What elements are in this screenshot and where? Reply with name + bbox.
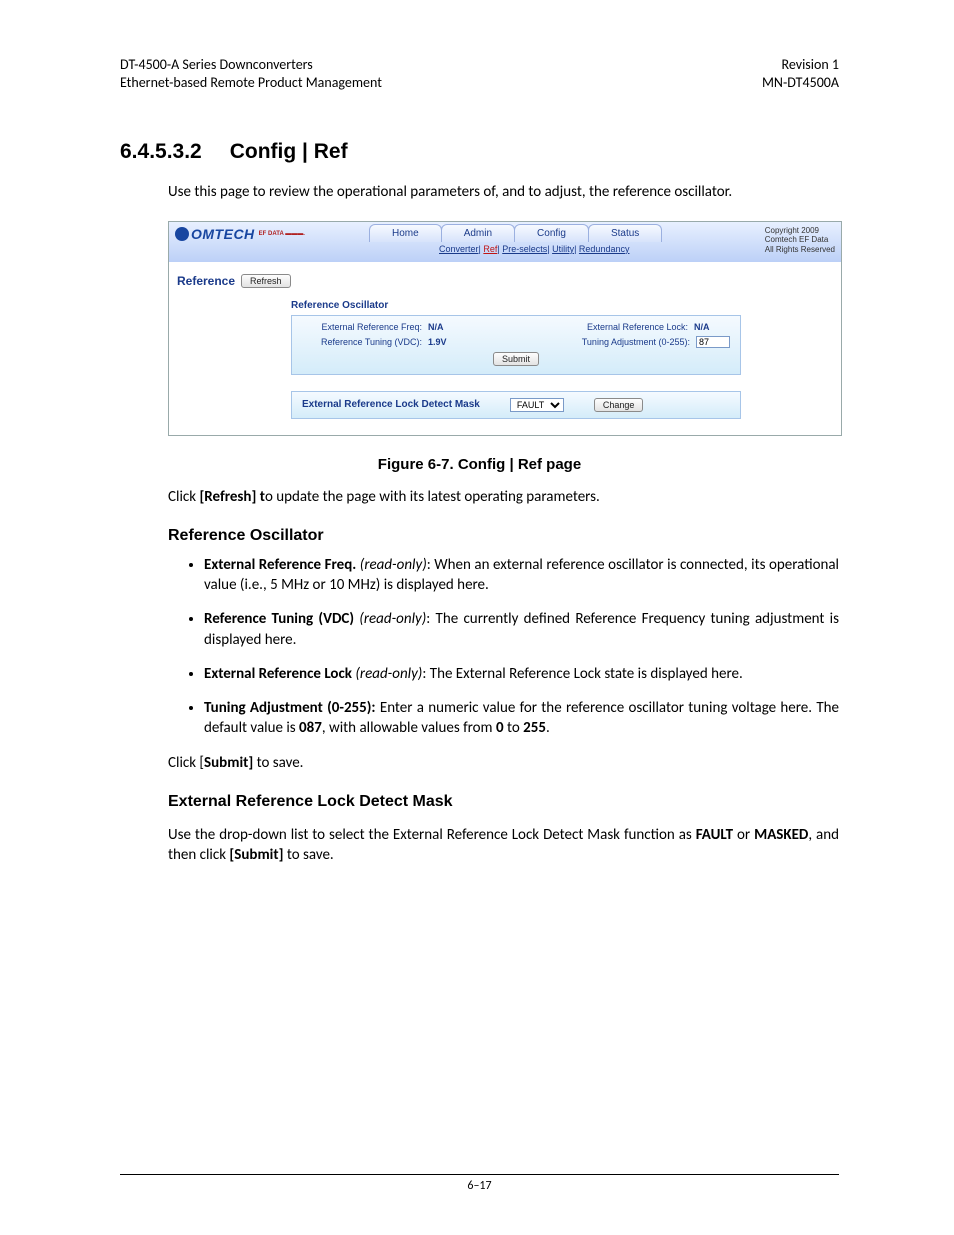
ref-tuning-value: 1.9V xyxy=(428,337,468,347)
main-tabs: Home Admin Config Status xyxy=(369,224,661,242)
reference-oscillator-title: Reference Oscillator xyxy=(291,300,741,315)
ref-tuning-label: Reference Tuning (VDC): xyxy=(302,337,428,347)
section-title-text: Config | Ref xyxy=(230,140,348,163)
reference-oscillator-heading: Reference Oscillator xyxy=(168,527,839,545)
refresh-button[interactable]: Refresh xyxy=(241,274,291,288)
body-click-refresh: Click [Refresh] to update the page with … xyxy=(168,487,839,507)
comtech-logo: OMTECH EF DATA ▬▬▬. xyxy=(175,226,305,242)
reference-label: Reference xyxy=(177,274,235,288)
ext-ref-lock-value: N/A xyxy=(694,322,730,332)
tuning-adj-input[interactable] xyxy=(696,336,730,348)
tab-config[interactable]: Config xyxy=(514,224,589,242)
bullet-ref-tuning: Reference Tuning (VDC) (read-only): The … xyxy=(204,609,839,650)
header-left-2: Ethernet-based Remote Product Management xyxy=(120,74,382,92)
page-header: DT-4500-A Series Downconverters Ethernet… xyxy=(120,56,839,92)
section-intro: Use this page to review the operational … xyxy=(168,182,839,202)
sub-nav: Converter| Ref| Pre-selects| Utility| Re… xyxy=(439,244,629,254)
lock-detect-mask-select[interactable]: FAULT xyxy=(510,398,564,412)
tab-status[interactable]: Status xyxy=(588,224,662,242)
click-submit-line: Click [Submit] to save. xyxy=(168,753,839,773)
section-heading: 6.4.5.3.2 Config | Ref xyxy=(120,140,839,164)
subnav-utility[interactable]: Utility xyxy=(552,244,574,254)
mask-heading: External Reference Lock Detect Mask xyxy=(168,793,839,811)
reference-oscillator-bullets: External Reference Freq. (read-only): Wh… xyxy=(168,555,839,773)
screenshot-copyright: Copyright 2009 Comtech EF Data All Right… xyxy=(765,226,835,255)
header-left-1: DT-4500-A Series Downconverters xyxy=(120,56,382,74)
config-ref-screenshot: OMTECH EF DATA ▬▬▬. Home Admin Config St… xyxy=(168,221,842,436)
mask-paragraph: Use the drop-down list to select the Ext… xyxy=(168,825,839,866)
globe-icon xyxy=(175,227,189,241)
tab-admin[interactable]: Admin xyxy=(441,224,515,242)
subnav-ref[interactable]: Ref xyxy=(483,244,497,254)
section-number: 6.4.5.3.2 xyxy=(120,140,202,164)
header-right-1: Revision 1 xyxy=(762,56,839,74)
logo-subtext: EF DATA ▬▬▬. xyxy=(259,231,305,237)
bullet-ext-ref-lock: External Reference Lock (read-only): The… xyxy=(204,664,839,684)
lock-detect-mask-panel: External Reference Lock Detect Mask FAUL… xyxy=(291,391,741,419)
subnav-converter[interactable]: Converter xyxy=(439,244,479,254)
ext-ref-freq-value: N/A xyxy=(428,322,468,332)
logo-text: OMTECH xyxy=(191,226,255,242)
tuning-adj-label: Tuning Adjustment (0-255): xyxy=(540,337,696,347)
screenshot-header-bar: OMTECH EF DATA ▬▬▬. Home Admin Config St… xyxy=(169,222,841,262)
bullet-tuning-adj: Tuning Adjustment (0-255): Enter a numer… xyxy=(204,698,839,739)
reference-oscillator-panel: Reference Oscillator External Reference … xyxy=(291,300,741,375)
tab-home[interactable]: Home xyxy=(369,224,442,242)
lock-detect-mask-title: External Reference Lock Detect Mask xyxy=(302,399,480,410)
figure-caption: Figure 6-7. Config | Ref page xyxy=(120,456,839,473)
submit-button[interactable]: Submit xyxy=(493,352,539,366)
change-button[interactable]: Change xyxy=(594,398,644,412)
subnav-preselects[interactable]: Pre-selects xyxy=(502,244,547,254)
ext-ref-freq-label: External Reference Freq: xyxy=(302,322,428,332)
header-right-2: MN-DT4500A xyxy=(762,74,839,92)
subnav-redundancy[interactable]: Redundancy xyxy=(579,244,630,254)
bullet-ext-ref-freq: External Reference Freq. (read-only): Wh… xyxy=(204,555,839,596)
ext-ref-lock-label: External Reference Lock: xyxy=(538,322,694,332)
page-footer: 6–17 xyxy=(120,1174,839,1193)
